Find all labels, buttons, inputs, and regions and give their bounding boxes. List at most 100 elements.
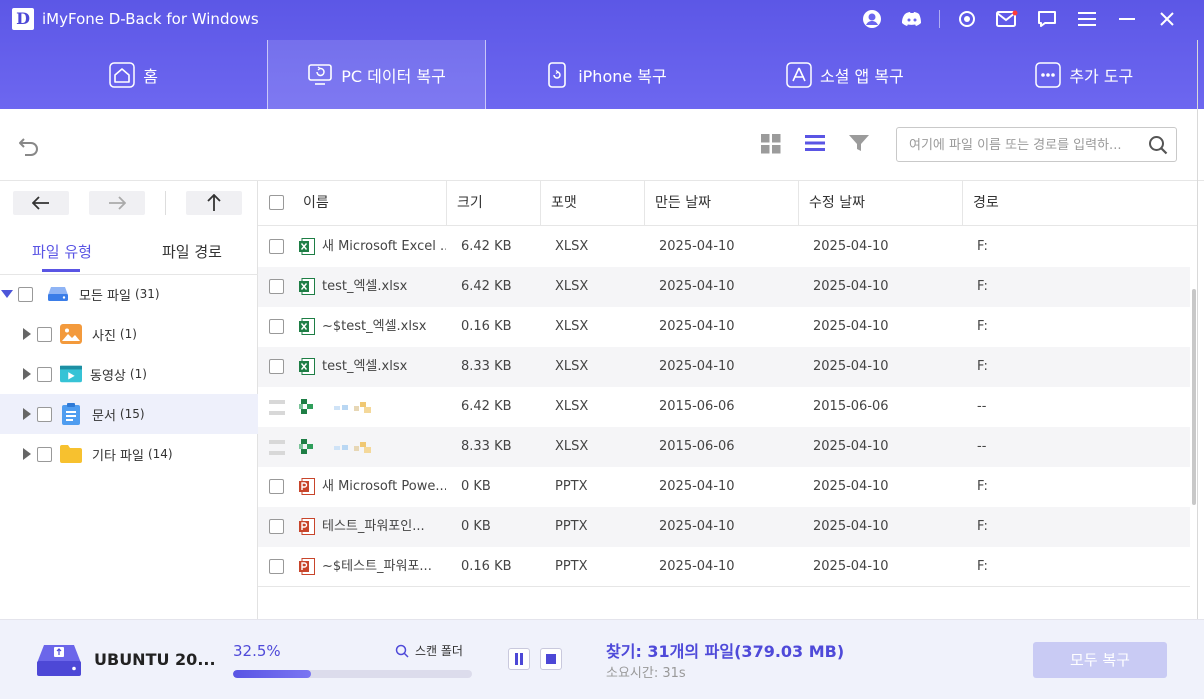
- tree-item-count: (14): [147, 447, 173, 461]
- column-header-size[interactable]: 크기: [457, 181, 483, 226]
- column-header-format[interactable]: 포맷: [551, 181, 577, 226]
- menu-icon[interactable]: [1074, 6, 1100, 32]
- nav-forward-button[interactable]: [89, 191, 145, 215]
- search-icon[interactable]: [1148, 135, 1168, 155]
- caret-right-icon[interactable]: [20, 367, 34, 381]
- table-row[interactable]: ~$test_엑셀.xlsx 0.16 KB XLSX 2025-04-10 2…: [258, 307, 1190, 347]
- tab-more-tools[interactable]: 추가 도구: [965, 40, 1204, 109]
- feedback-icon[interactable]: [1034, 6, 1060, 32]
- tree-item-count: (1): [119, 327, 137, 341]
- tab-home[interactable]: 홈: [0, 40, 267, 109]
- search-input[interactable]: [909, 135, 1141, 155]
- nav-back-button[interactable]: [13, 191, 69, 215]
- table-header: 이름 크기 포맷 만든 날짜 수정 날짜 경로: [258, 181, 1198, 226]
- caret-right-icon[interactable]: [20, 447, 34, 461]
- column-header-modified[interactable]: 수정 날짜: [809, 181, 865, 226]
- account-icon[interactable]: [859, 6, 885, 32]
- column-header-created[interactable]: 만든 날짜: [655, 181, 711, 226]
- file-format: XLSX: [555, 319, 589, 334]
- discord-icon[interactable]: [899, 6, 925, 32]
- table-row[interactable]: test_엑셀.xlsx 8.33 KB XLSX 2025-04-10 202…: [258, 347, 1190, 387]
- row-checkbox[interactable]: [269, 319, 284, 334]
- tree-checkbox[interactable]: [37, 326, 52, 342]
- garbled-name-pixels: [334, 442, 371, 453]
- table-row[interactable]: test_엑셀.xlsx 6.42 KB XLSX 2025-04-10 202…: [258, 267, 1190, 307]
- file-name: test_엑셀.xlsx: [322, 279, 408, 294]
- recover-all-button[interactable]: 모두 복구: [1033, 642, 1167, 678]
- scan-folder-button[interactable]: 스캔 폴더: [395, 642, 463, 659]
- row-checkbox[interactable]: [269, 479, 284, 494]
- column-header-path[interactable]: 경로: [973, 181, 999, 226]
- tab-pc-data-recovery[interactable]: PC 데이터 복구: [267, 40, 486, 109]
- settings-icon[interactable]: [954, 6, 980, 32]
- home-icon: [109, 61, 136, 88]
- tree-checkbox[interactable]: [37, 446, 52, 462]
- select-all-checkbox[interactable]: [269, 195, 284, 210]
- pause-button[interactable]: [508, 648, 530, 670]
- row-checkbox[interactable]: [269, 279, 284, 294]
- mail-icon[interactable]: [994, 6, 1020, 32]
- file-name: 새 Microsoft Powe...: [322, 479, 446, 494]
- table-row[interactable]: 8.33 KB XLSX 2015-06-06 2025-04-10 --: [258, 427, 1190, 467]
- filter-icon[interactable]: [848, 133, 872, 157]
- column-divider: [446, 181, 447, 226]
- tree-checkbox[interactable]: [37, 366, 52, 382]
- tree-item-label: 사진: [92, 328, 116, 344]
- row-checkbox[interactable]: [269, 519, 284, 534]
- table-row[interactable]: 테스트_파워포인... 0 KB PPTX 2025-04-10 2025-04…: [258, 507, 1190, 547]
- file-modified: 2025-04-10: [813, 559, 889, 574]
- table-row[interactable]: 새 Microsoft Excel ... 6.42 KB XLSX 2025-…: [258, 227, 1190, 267]
- tree-item-other-files[interactable]: 기타 파일 (14): [0, 434, 258, 474]
- progress-fill: [233, 670, 311, 678]
- table-scrollbar[interactable]: [1192, 289, 1196, 505]
- corrupted-checkbox-icon[interactable]: [269, 399, 285, 416]
- row-checkbox[interactable]: [269, 359, 284, 374]
- grid-view-icon[interactable]: [760, 133, 784, 157]
- corrupted-file-icon: [299, 439, 313, 454]
- table-row[interactable]: ~$테스트_파워포... 0.16 KB PPTX 2025-04-10 202…: [258, 547, 1190, 587]
- tree-item-documents[interactable]: 문서 (15): [0, 394, 258, 434]
- tree-item-all-files[interactable]: 모든 파일 (31): [0, 274, 258, 314]
- row-checkbox[interactable]: [269, 559, 284, 574]
- file-modified: 2025-04-10: [813, 519, 889, 534]
- file-size: 0 KB: [461, 519, 491, 534]
- tab-iphone-recovery[interactable]: iPhone 복구: [486, 40, 725, 109]
- row-checkbox[interactable]: [269, 239, 284, 254]
- file-size: 6.42 KB: [461, 399, 512, 414]
- pause-icon: [515, 653, 523, 665]
- file-modified: 2025-04-10: [813, 359, 889, 374]
- tab-social-app-recovery[interactable]: 소셜 앱 복구: [725, 40, 964, 109]
- tree-checkbox[interactable]: [37, 406, 52, 422]
- column-header-name[interactable]: 이름: [303, 181, 329, 226]
- tab-more-tools-label: 추가 도구: [1069, 66, 1134, 86]
- file-name: 새 Microsoft Excel ...: [322, 239, 446, 254]
- file-size: 0.16 KB: [461, 319, 512, 334]
- table-row[interactable]: 6.42 KB XLSX 2015-06-06 2015-06-06 --: [258, 387, 1190, 427]
- close-icon[interactable]: [1154, 6, 1180, 32]
- toolbar: [0, 109, 1204, 181]
- table-bottom-divider: [258, 586, 1190, 587]
- stop-button[interactable]: [540, 648, 562, 670]
- caret-right-icon[interactable]: [20, 327, 34, 341]
- caret-right-icon[interactable]: [20, 407, 34, 421]
- back-icon[interactable]: [16, 133, 42, 159]
- excel-icon: [299, 358, 315, 375]
- tree-item-label: 문서: [92, 408, 116, 424]
- file-path: F:: [977, 479, 988, 494]
- app-logo: D: [12, 8, 34, 30]
- tab-file-path[interactable]: 파일 경로: [162, 241, 222, 262]
- corrupted-checkbox-icon[interactable]: [269, 439, 285, 456]
- list-view-icon[interactable]: [804, 133, 828, 157]
- nav-up-button[interactable]: [186, 191, 242, 215]
- tree-item-photos[interactable]: 사진 (1): [0, 314, 258, 354]
- caret-down-icon[interactable]: [0, 287, 14, 301]
- table-row[interactable]: 새 Microsoft Powe... 0 KB PPTX 2025-04-10…: [258, 467, 1190, 507]
- pc-recovery-icon: [307, 62, 333, 88]
- minimize-icon[interactable]: [1114, 6, 1140, 32]
- tree-item-count: (31): [134, 287, 160, 301]
- tree-item-videos[interactable]: 동영상 (1): [0, 354, 258, 394]
- tree-checkbox[interactable]: [18, 286, 33, 302]
- tab-social-app-recovery-label: 소셜 앱 복구: [820, 66, 904, 86]
- iphone-recovery-icon: [544, 61, 570, 88]
- tab-file-type[interactable]: 파일 유형: [32, 241, 92, 262]
